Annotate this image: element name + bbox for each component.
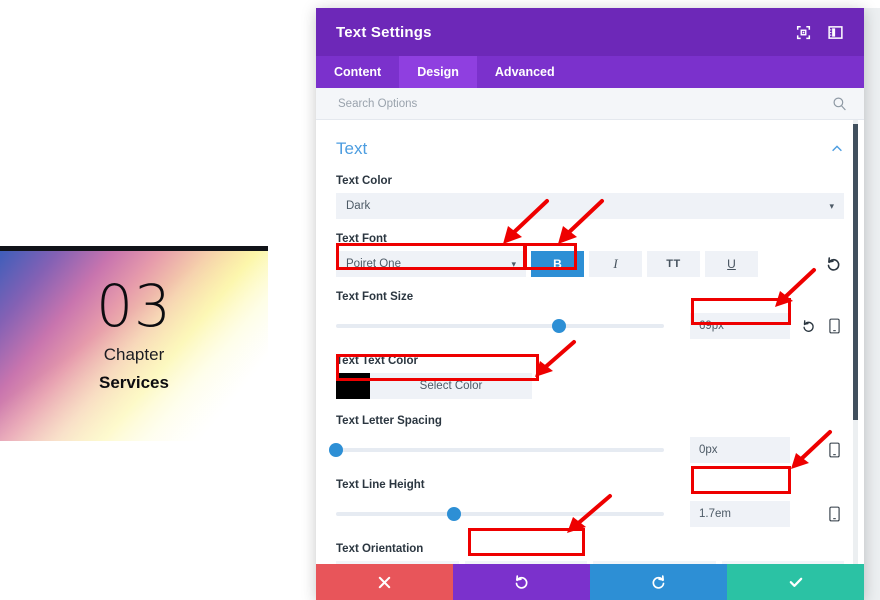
- redo-button[interactable]: [590, 564, 727, 600]
- slider-thumb[interactable]: [329, 443, 343, 457]
- italic-button[interactable]: I: [589, 251, 642, 277]
- save-button[interactable]: [727, 564, 864, 600]
- text-font-value: Poiret One: [346, 258, 401, 270]
- reset-icon-placeholder: [798, 504, 818, 524]
- underline-button[interactable]: U: [705, 251, 758, 277]
- text-text-color-picker: Select Color: [336, 373, 532, 399]
- mobile-icon[interactable]: [826, 504, 842, 524]
- cancel-button[interactable]: [316, 564, 453, 600]
- select-color-button[interactable]: Select Color: [370, 373, 532, 399]
- text-font-size-value[interactable]: 69px: [690, 313, 790, 339]
- search-input[interactable]: [336, 96, 832, 111]
- search-options-row: [316, 88, 864, 120]
- field-text-font-size: Text Font Size 69px: [336, 291, 844, 339]
- text-orientation-label: Text Orientation: [336, 543, 424, 555]
- field-text-font: Text Font Poiret One ▾ B I TT U: [336, 233, 844, 277]
- scrollbar-thumb[interactable]: [853, 124, 858, 420]
- text-letter-spacing-slider[interactable]: [329, 443, 664, 457]
- text-color-label: Text Color: [336, 175, 393, 187]
- field-text-orientation: Text Orientation: [336, 543, 844, 564]
- align-left-button[interactable]: [336, 561, 459, 564]
- reset-icon[interactable]: [798, 316, 818, 336]
- text-section-header[interactable]: Text: [336, 129, 844, 169]
- settings-scroll-body: Text Text Color Dark ▾ Text Font Poiret …: [316, 120, 864, 564]
- tab-advanced[interactable]: Advanced: [477, 56, 573, 88]
- chevron-down-icon: ▾: [511, 258, 516, 269]
- preview-chapter-label: Chapter: [103, 345, 165, 364]
- search-icon[interactable]: [832, 96, 848, 112]
- field-text-letter-spacing: Text Letter Spacing 0px: [329, 415, 844, 463]
- text-font-select-wrap: Poiret One ▾: [336, 251, 526, 277]
- panel-layout-icon[interactable]: [822, 19, 848, 45]
- text-line-height-row: 1.7em: [336, 501, 844, 527]
- align-right-button[interactable]: [593, 561, 716, 564]
- field-text-color: Text Color Dark ▾: [336, 175, 844, 219]
- section-title: Text: [336, 139, 368, 158]
- settings-header: Text Settings: [316, 8, 864, 56]
- text-line-height-label: Text Line Height: [336, 479, 425, 491]
- text-color-value: Dark: [346, 200, 371, 212]
- color-swatch[interactable]: [336, 373, 370, 399]
- preview-chapter-number: 03: [96, 272, 172, 340]
- slider-thumb[interactable]: [447, 507, 462, 521]
- page-title: Text Settings: [336, 23, 432, 41]
- align-justify-button[interactable]: [721, 561, 844, 564]
- page-preview-canvas: 03 Chapter Services: [0, 0, 316, 600]
- chevron-down-icon: ▾: [829, 200, 834, 211]
- text-letter-spacing-value[interactable]: 0px: [690, 437, 790, 463]
- settings-footer-bar: [316, 564, 864, 600]
- settings-tab-bar: Content Design Advanced: [316, 56, 864, 88]
- field-text-line-height: Text Line Height 1.7em: [336, 479, 844, 527]
- text-text-color-label: Text Text Color: [336, 355, 418, 367]
- text-font-row: Poiret One ▾ B I TT U: [336, 251, 844, 277]
- text-line-height-slider[interactable]: [336, 507, 664, 521]
- mobile-icon[interactable]: [826, 440, 842, 460]
- tab-content[interactable]: Content: [316, 56, 399, 88]
- window-right-gutter: [864, 8, 880, 600]
- text-line-height-value[interactable]: 1.7em: [690, 501, 790, 527]
- text-letter-spacing-row: 0px: [329, 437, 844, 463]
- undo-button[interactable]: [453, 564, 590, 600]
- slider-thumb[interactable]: [552, 319, 567, 333]
- fullscreen-icon[interactable]: [790, 19, 816, 45]
- text-font-size-row: 69px: [336, 313, 844, 339]
- reset-icon-placeholder: [798, 440, 818, 460]
- text-font-select[interactable]: Poiret One ▾: [336, 251, 526, 277]
- text-color-select[interactable]: Dark ▾: [336, 193, 844, 219]
- text-orientation-row: [336, 561, 844, 564]
- bold-button[interactable]: B: [531, 251, 584, 277]
- field-text-text-color: Text Text Color Select Color: [336, 355, 844, 399]
- text-font-size-label: Text Font Size: [336, 291, 414, 303]
- reset-icon[interactable]: [822, 253, 844, 275]
- tab-design[interactable]: Design: [399, 56, 477, 88]
- uppercase-button[interactable]: TT: [647, 251, 700, 277]
- text-font-label: Text Font: [336, 233, 387, 245]
- preview-chapter-title: Services: [99, 373, 169, 392]
- text-settings-window: Text Settings Content Design Advanced Se…: [316, 8, 864, 600]
- chevron-up-icon[interactable]: [830, 142, 844, 156]
- text-font-size-slider[interactable]: [336, 319, 664, 333]
- text-letter-spacing-label: Text Letter Spacing: [336, 415, 442, 427]
- align-center-button[interactable]: [464, 561, 587, 564]
- preview-text-block: 03 Chapter Services: [0, 276, 268, 395]
- mobile-icon[interactable]: [826, 316, 842, 336]
